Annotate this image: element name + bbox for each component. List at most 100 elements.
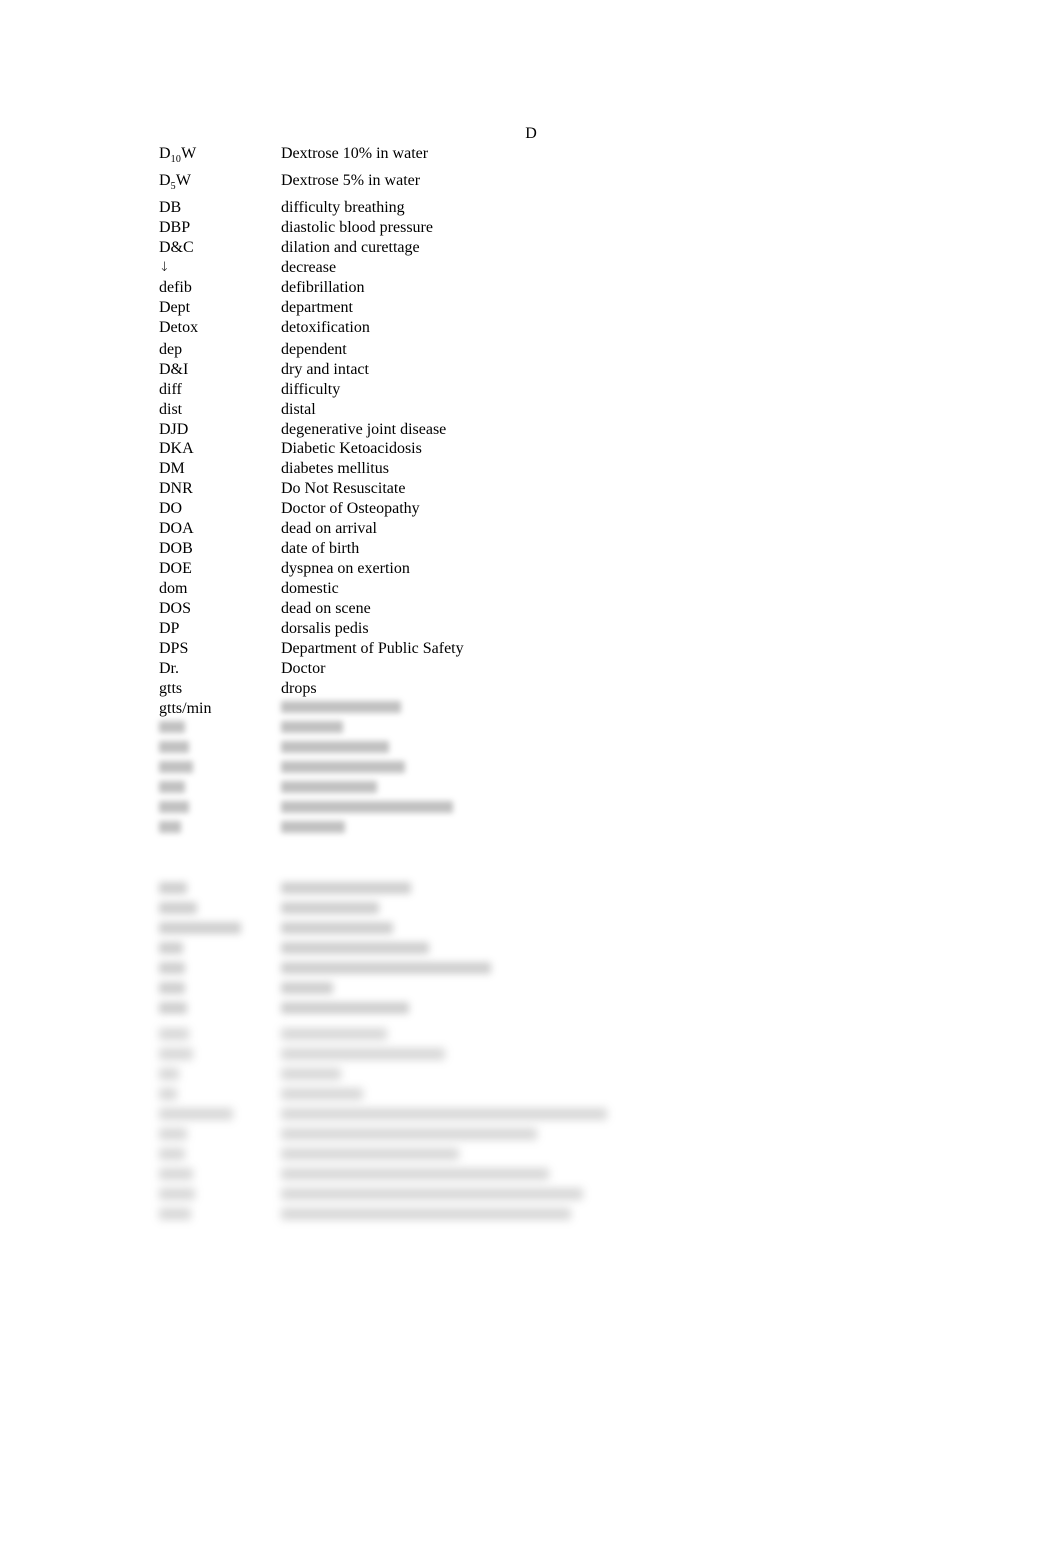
glossary-definition: dyspnea on exertion <box>281 560 410 577</box>
glossary-term: D&I <box>159 361 189 378</box>
glossary-definition: difficulty breathing <box>281 199 405 216</box>
obscured-definition <box>281 1188 583 1200</box>
obscured-term <box>159 982 185 994</box>
glossary-term: DOE <box>159 560 192 577</box>
glossary-entry: DO Doctor of Osteopathy <box>0 499 1062 519</box>
obscured-rows-band-3 <box>0 1024 1062 1220</box>
glossary-definition: decrease <box>281 259 337 276</box>
obscured-glossary-entry <box>0 779 1062 795</box>
obscured-glossary-entry <box>0 1126 1062 1142</box>
obscured-glossary-entry <box>0 1206 1062 1222</box>
obscured-glossary-entry <box>0 819 1062 835</box>
obscured-glossary-entry <box>0 739 1062 755</box>
glossary-entry: DOE dyspnea on exertion <box>0 559 1062 579</box>
glossary-definition: dependent <box>281 341 347 358</box>
glossary-definition: degenerative joint disease <box>281 421 447 438</box>
term-base: D <box>159 172 171 189</box>
obscured-definition <box>281 1148 459 1160</box>
glossary-definition: distal <box>281 401 316 418</box>
obscured-glossary-entry <box>0 1000 1062 1016</box>
glossary-term: DNR <box>159 480 193 497</box>
glossary-definition: dead on arrival <box>281 520 377 537</box>
glossary-term: Dept <box>159 299 191 316</box>
obscured-term <box>159 1128 187 1140</box>
glossary-entry: Dept department <box>0 298 1062 318</box>
glossary-entry: dom domestic <box>0 579 1062 599</box>
glossary-definition: dead on scene <box>281 600 371 617</box>
glossary-term: DP <box>159 620 180 637</box>
obscured-definition <box>281 1028 387 1040</box>
term-subscript: 5 <box>170 181 176 192</box>
obscured-glossary-entry <box>0 799 1062 815</box>
obscured-term <box>159 741 189 753</box>
obscured-glossary-entry <box>0 1186 1062 1202</box>
obscured-term <box>159 1188 195 1200</box>
glossary-definition: Dextrose 10% in water <box>281 145 429 162</box>
glossary-entry: DP dorsalis pedis <box>0 619 1062 639</box>
glossary-definition: Doctor <box>281 660 326 677</box>
glossary-entry: D5W Dextrose 5% in water <box>0 171 1062 192</box>
glossary-term: DJD <box>159 421 189 438</box>
obscured-term <box>159 1108 233 1120</box>
glossary-term: DBP <box>159 219 191 236</box>
glossary-definition: Doctor of Osteopathy <box>281 500 420 517</box>
term-suffix: W <box>181 145 197 162</box>
glossary-term: D5W <box>159 171 191 192</box>
document-page: D D 10W Dextrose 10% in water D5W Dextrose 5… <box>0 0 1062 1561</box>
glossary-term: DOA <box>159 520 194 537</box>
glossary-term: defib <box>159 279 192 296</box>
glossary-term: Detox <box>159 319 199 336</box>
obscured-term <box>159 1168 193 1180</box>
obscured-definition <box>281 1048 445 1060</box>
glossary-term: DOS <box>159 600 192 617</box>
term-subscript: 10 <box>170 154 182 165</box>
obscured-term <box>159 781 185 793</box>
obscured-glossary-entry <box>0 920 1062 936</box>
obscured-definition <box>281 902 379 914</box>
obscured-glossary-entry <box>0 1086 1062 1102</box>
obscured-glossary-entry <box>0 1146 1062 1162</box>
glossary-entry: DOB date of birth <box>0 539 1062 559</box>
obscured-definition <box>281 1068 341 1080</box>
glossary-definition: difficulty <box>281 381 341 398</box>
glossary-definition: Do Not Resuscitate <box>281 480 406 497</box>
obscured-definition <box>281 982 333 994</box>
obscured-glossary-entry <box>0 960 1062 976</box>
obscured-glossary-entry <box>0 980 1062 996</box>
obscured-definition <box>281 781 377 793</box>
obscured-term <box>159 761 193 773</box>
obscured-definition <box>281 1168 549 1180</box>
obscured-glossary-entry <box>0 759 1062 775</box>
glossary-term: dom <box>159 580 188 597</box>
glossary-term: DO <box>159 500 183 517</box>
obscured-term <box>159 1028 189 1040</box>
glossary-entry: D&I dry and intact <box>0 360 1062 380</box>
obscured-definition <box>281 1108 607 1120</box>
glossary-entry: DJD degenerative joint disease <box>0 420 1062 440</box>
obscured-glossary-entry <box>0 940 1062 956</box>
obscured-term <box>159 821 181 833</box>
glossary-term: DB <box>159 199 182 216</box>
obscured-definition <box>281 1088 363 1100</box>
glossary-entry: DKA Diabetic Ketoacidosis <box>0 439 1062 459</box>
decrease-arrow-icon: ↓ <box>159 260 170 275</box>
glossary-term: dist <box>159 401 183 418</box>
section-header-letter: D <box>525 125 537 142</box>
glossary-definition: diabetes mellitus <box>281 460 389 477</box>
glossary-entry: DNR Do Not Resuscitate <box>0 479 1062 499</box>
obscured-term <box>159 1208 191 1220</box>
glossary-entry: DPS Department of Public Safety <box>0 639 1062 659</box>
glossary-term: ↓ <box>159 258 170 279</box>
glossary-term: dep <box>159 341 183 358</box>
glossary-entry: diff difficulty <box>0 380 1062 400</box>
obscured-glossary-entry <box>0 1046 1062 1062</box>
obscured-term <box>159 1068 179 1080</box>
obscured-definition <box>281 922 393 934</box>
obscured-definition <box>281 721 343 733</box>
glossary-entry: D&C dilation and curettage <box>0 238 1062 258</box>
obscured-definition <box>281 962 491 974</box>
glossary-definition: department <box>281 299 353 316</box>
obscured-glossary-entry <box>0 880 1062 896</box>
obscured-definition <box>281 1128 537 1140</box>
obscured-term <box>159 801 189 813</box>
